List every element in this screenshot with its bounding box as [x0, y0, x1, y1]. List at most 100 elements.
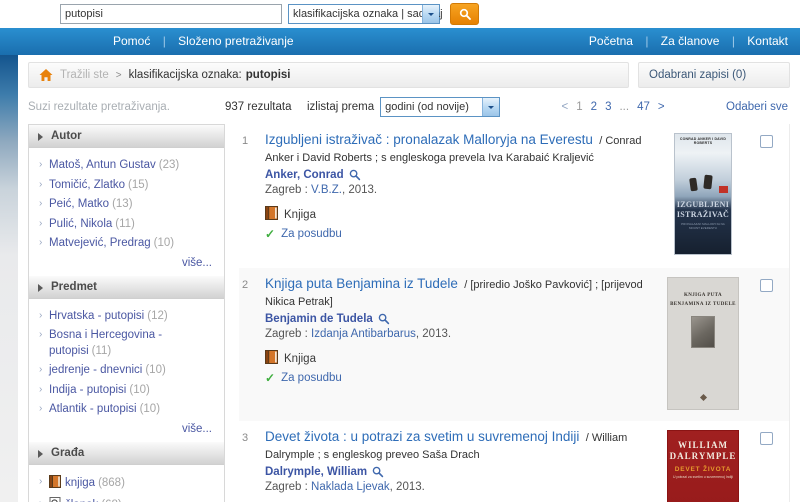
publisher-link[interactable]: V.B.Z.: [311, 184, 342, 196]
publisher-link[interactable]: Izdanja Antibarbarus: [311, 328, 416, 340]
chevron-right-icon: ›: [39, 497, 42, 502]
sort-select[interactable]: godini (od novije): [380, 97, 500, 117]
author-search-icon[interactable]: [372, 466, 384, 478]
book-icon: [49, 475, 61, 494]
facet-title: Autor: [51, 130, 82, 142]
book-icon: [265, 206, 278, 223]
result-title-link[interactable]: Knjiga puta Benjamina iz Tudele: [265, 276, 458, 291]
sort-select-value: godini (od novije): [385, 101, 469, 113]
pagination-page-3[interactable]: 3: [605, 101, 611, 113]
nav-right: Početna | Za članove | Kontakt: [589, 28, 788, 55]
facet-link[interactable]: jedrenje - dnevnici: [49, 364, 142, 376]
article-icon: [49, 497, 61, 502]
facet-count: (10): [129, 384, 149, 396]
chevron-right-icon: ›: [39, 236, 42, 250]
facet-header-autor[interactable]: Autor: [29, 125, 224, 148]
pagination-next[interactable]: >: [658, 101, 665, 113]
cover-subtitle: PRONALAZAK MALLORYJA NA MOUNT EVERESTU: [677, 222, 729, 230]
availability-link[interactable]: Za posudbu: [281, 372, 342, 384]
select-all-link[interactable]: Odaberi sve: [726, 101, 788, 113]
result-number: 3: [239, 428, 265, 502]
facet-item: ›članak(68): [39, 495, 216, 502]
chevron-right-icon: ›: [39, 197, 42, 211]
result-number: 2: [239, 275, 265, 415]
breadcrumb: Tražili ste > klasifikacijska oznaka: pu…: [28, 62, 629, 88]
record-checkbox[interactable]: [760, 279, 773, 292]
result-title-link[interactable]: Devet života : u potrazi za svetim u suv…: [265, 429, 579, 444]
result-author-link[interactable]: Dalrymple, William: [265, 466, 367, 478]
cover-column: WILLIAMDALRYMPLE DEVET ŽIVOTA U potrazi …: [663, 428, 743, 502]
cover-title: IZGUBLJENIISTRAŽIVAČ: [675, 200, 731, 219]
chevron-right-icon: ›: [39, 328, 42, 342]
author-search-icon[interactable]: [349, 169, 361, 181]
facet-link[interactable]: Atlantik - putopisi: [49, 403, 137, 415]
cover-figure: [703, 175, 712, 190]
nav-members[interactable]: Za članove: [661, 34, 720, 48]
breadcrumb-label: Tražili ste: [60, 69, 109, 81]
result-title-link[interactable]: Izgubljeni istraživač : pronalazak Mallo…: [265, 132, 593, 147]
book-cover-thumbnail[interactable]: CONRAD ANKER I DAVID ROBERTS IZGUBLJENII…: [674, 133, 732, 255]
chevron-right-icon: ›: [39, 158, 42, 172]
search-field-select[interactable]: klasifikacijska oznaka | sadržaj: [288, 4, 440, 24]
chevron-right-icon: ›: [39, 383, 42, 397]
check-icon: ✓: [265, 371, 275, 385]
result-author-link[interactable]: Anker, Conrad: [265, 169, 344, 181]
result-row: 3 Devet života : u potrazi za svetim u s…: [239, 421, 789, 502]
availability-link[interactable]: Za posudbu: [281, 228, 342, 240]
facet-more-link[interactable]: više...: [39, 420, 216, 435]
publisher-link[interactable]: Naklada Ljevak: [311, 481, 390, 493]
result-author-link[interactable]: Benjamin de Tudela: [265, 313, 373, 325]
facet-item: › Matvejević, Predrag(10): [39, 234, 216, 254]
nav-contact[interactable]: Kontakt: [747, 34, 788, 48]
pagination-page-2[interactable]: 2: [591, 101, 597, 113]
chevron-down-icon: [422, 5, 439, 23]
record-checkbox[interactable]: [760, 135, 773, 148]
book-cover-thumbnail[interactable]: KNJIGA PUTABENJAMINA IZ TUDELE: [667, 277, 739, 410]
facet-link[interactable]: Matvejević, Predrag: [49, 237, 151, 249]
breadcrumb-term: putopisi: [246, 69, 291, 81]
checkbox-column: [743, 131, 789, 262]
facet-link[interactable]: Indija - putopisi: [49, 384, 126, 396]
pub-place: Zagreb :: [265, 481, 311, 493]
facet-header-grada[interactable]: Građa: [29, 442, 224, 465]
record-checkbox[interactable]: [760, 432, 773, 445]
pagination-prev[interactable]: <: [562, 101, 569, 113]
search-button[interactable]: [450, 3, 479, 25]
facet-link[interactable]: Tomičić, Zlatko: [49, 179, 125, 191]
facet-count: (10): [154, 237, 174, 249]
facet-link[interactable]: knjiga: [65, 477, 95, 489]
facet-count: (11): [115, 218, 135, 230]
nav-help[interactable]: Pomoć: [113, 34, 150, 48]
selected-records-box[interactable]: Odabrani zapisi (0): [638, 62, 790, 88]
result-main: Devet života : u potrazi za svetim u suv…: [265, 428, 663, 502]
facet-link[interactable]: Hrvatska - putopisi: [49, 310, 144, 322]
author-search-icon[interactable]: [378, 313, 390, 325]
facet-more-link[interactable]: više...: [39, 254, 216, 269]
facet-link[interactable]: Matoš, Antun Gustav: [49, 159, 156, 171]
facet-link[interactable]: Pulić, Nikola: [49, 218, 112, 230]
result-number: 1: [239, 131, 265, 262]
checkbox-column: [743, 275, 789, 415]
facet-count: (23): [159, 159, 179, 171]
results-list: 1 Izgubljeni istraživač : pronalazak Mal…: [239, 124, 790, 502]
facet-item: › Indija - putopisi(10): [39, 381, 216, 401]
search-input[interactable]: [60, 4, 282, 24]
facet-link[interactable]: Peić, Matko: [49, 198, 109, 210]
result-main: Knjiga puta Benjamina iz Tudele / [prire…: [265, 275, 663, 415]
narrow-results-label: Suzi rezultate pretraživanja.: [28, 101, 225, 113]
result-row: 2 Knjiga puta Benjamina iz Tudele / [pri…: [239, 268, 789, 421]
book-cover-thumbnail[interactable]: WILLIAMDALRYMPLE DEVET ŽIVOTA U potrazi …: [667, 430, 739, 502]
main-navbar: Pomoć | Složeno pretraživanje Početna | …: [0, 28, 800, 55]
pub-year: , 2013.: [342, 184, 377, 196]
home-icon[interactable]: [39, 69, 53, 82]
facet-header-predmet[interactable]: Predmet: [29, 276, 224, 299]
breadcrumb-row: Tražili ste > klasifikacijska oznaka: pu…: [28, 62, 790, 88]
pagination-page-1[interactable]: 1: [576, 101, 582, 113]
pub-place: Zagreb :: [265, 184, 311, 196]
nav-home[interactable]: Početna: [589, 34, 633, 48]
pagination-page-last[interactable]: 47: [637, 101, 650, 113]
search-icon: [459, 8, 472, 21]
nav-separator: |: [163, 34, 166, 48]
triangle-icon: [38, 133, 47, 141]
nav-advanced-search[interactable]: Složeno pretraživanje: [178, 34, 293, 48]
